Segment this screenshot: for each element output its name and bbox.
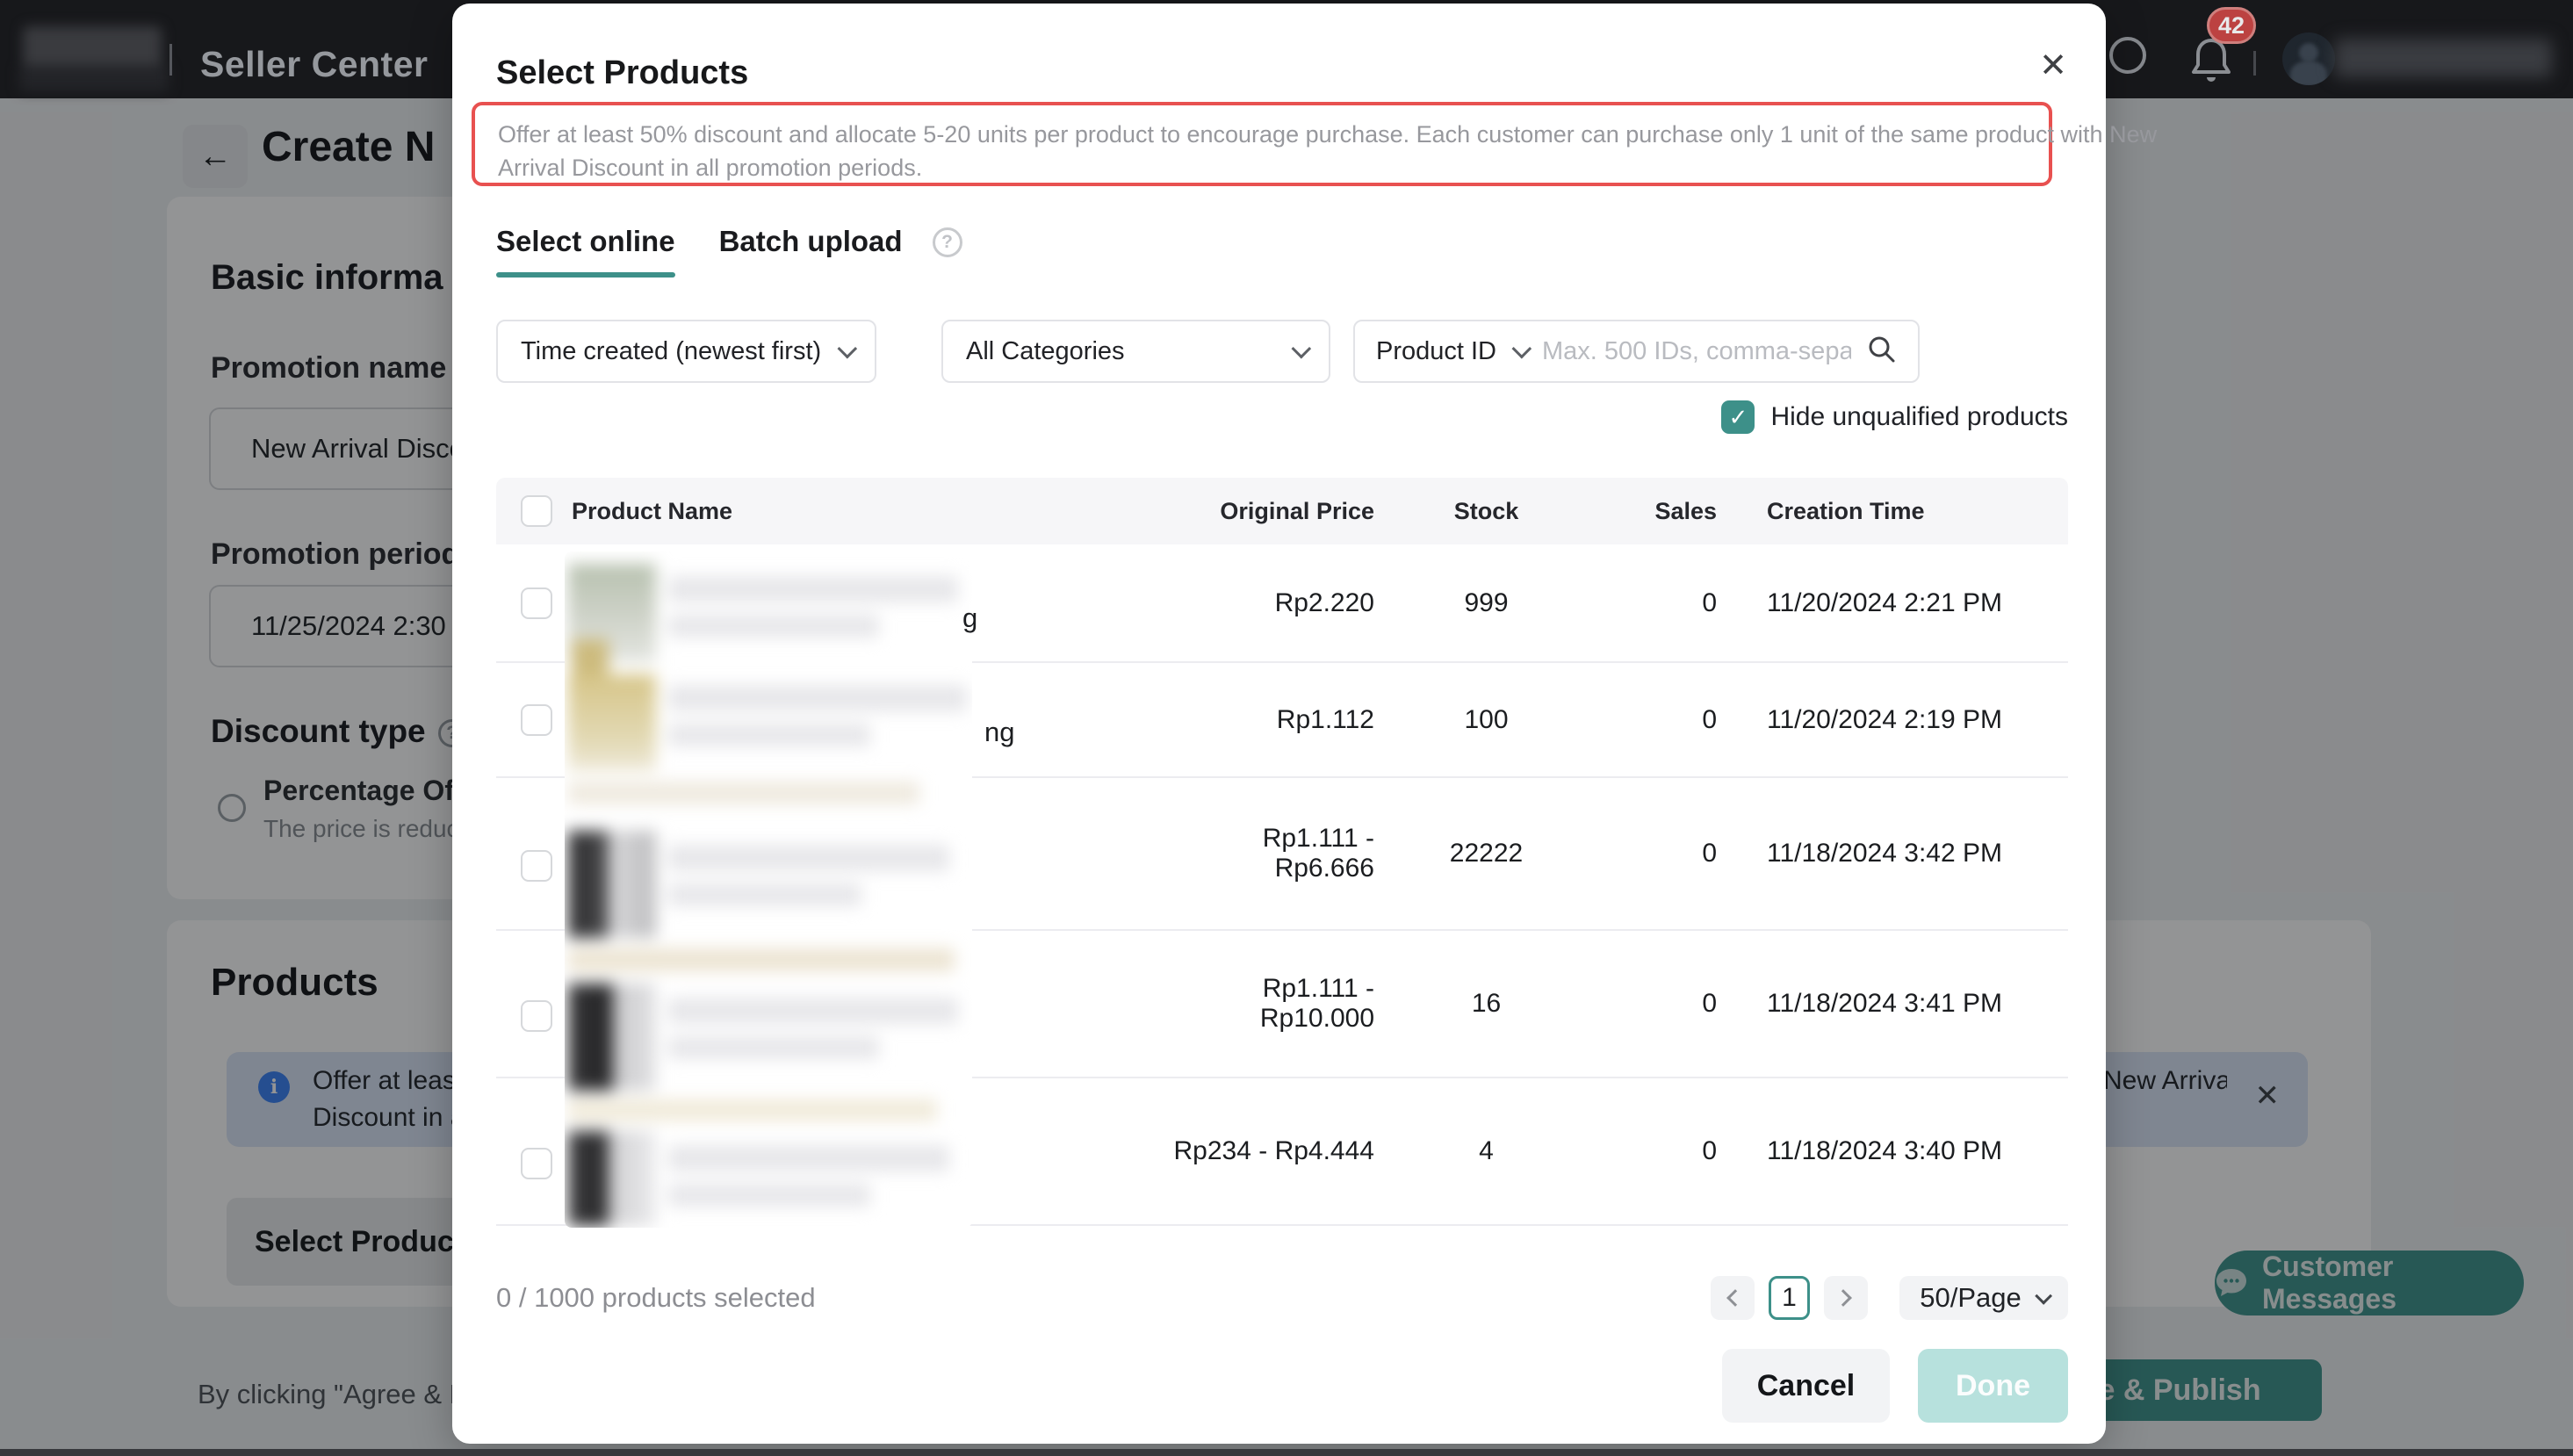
notification-badge: 42 [2207,7,2256,44]
headset-icon[interactable] [2109,37,2146,74]
stock-cell: 22222 [1374,839,1598,869]
col-sales: Sales [1598,498,1717,525]
done-button[interactable]: Done [1918,1349,2068,1423]
col-original-price: Original Price [1159,498,1374,525]
product-id-search[interactable]: Product ID Max. 500 IDs, comma-sepa [1353,320,1920,383]
tab-select-online[interactable]: Select online [496,225,675,278]
close-icon[interactable]: ✕ [2039,49,2067,83]
sales-cell: 0 [1598,989,1717,1019]
search-icon[interactable] [1867,335,1897,369]
discount-notice-box: Offer at least 50% discount and allocate… [472,102,2052,186]
time-cell: 11/20/2024 2:21 PM [1717,588,2068,618]
chevron-down-icon [1512,339,1532,359]
product-thumbnail [568,564,656,662]
screen: ← Create N Basic informa Promotion name … [0,0,2573,1456]
time-cell: 11/18/2024 3:41 PM [1717,989,2068,1019]
stock-cell: 16 [1374,989,1598,1019]
sales-cell: 0 [1598,705,1717,735]
product-name-fragment: g [962,602,977,634]
category-dropdown[interactable]: All Categories [941,320,1330,383]
redacted-product-names [565,551,972,1228]
chevron-left-icon [1726,1289,1744,1307]
col-creation-time: Creation Time [1717,498,2068,525]
col-stock: Stock [1374,498,1598,525]
row-checkbox[interactable] [521,850,552,882]
table-header: Product Name Original Price Stock Sales … [496,478,2068,544]
avatar[interactable] [2282,32,2335,85]
time-cell: 11/18/2024 3:40 PM [1717,1136,2068,1166]
chevron-down-icon [2035,1287,2052,1305]
stock-cell: 999 [1374,588,1598,618]
products-table: Product Name Original Price Stock Sales … [496,478,2068,1226]
question-icon[interactable]: ? [933,227,962,257]
chevron-down-icon [838,339,858,359]
product-thumbnail [568,984,656,1091]
product-thumbnail [568,1131,656,1226]
row-checkbox[interactable] [521,1000,552,1032]
divider [169,44,172,76]
next-page-button[interactable] [1824,1276,1868,1320]
price-cell: Rp234 - Rp4.444 [1159,1136,1374,1166]
account-name [2334,39,2552,77]
sales-cell: 0 [1598,588,1717,618]
prev-page-button[interactable] [1711,1276,1755,1320]
row-checkbox[interactable] [521,587,552,619]
product-thumbnail [568,674,656,771]
time-cell: 11/20/2024 2:19 PM [1717,705,2068,735]
modal-actions: Cancel Done [1722,1349,2068,1423]
product-thumbnail [568,831,656,938]
pagination: 1 50/Page [1711,1276,2068,1320]
stock-cell: 100 [1374,705,1598,735]
price-cell: Rp1.111 - Rp10.000 [1159,974,1374,1034]
brand-title: Seller Center [200,44,428,85]
stock-cell: 4 [1374,1136,1598,1166]
price-cell: Rp2.220 [1159,588,1374,618]
store-logo [19,25,169,93]
selected-count-text: 0 / 1000 products selected [496,1282,816,1314]
price-cell: Rp1.112 [1159,705,1374,735]
select-products-modal: Select Products ✕ Offer at least 50% dis… [452,4,2106,1444]
time-cell: 11/18/2024 3:42 PM [1717,839,2068,869]
tab-batch-upload[interactable]: Batch upload [719,225,903,278]
sales-cell: 0 [1598,1136,1717,1166]
modal-footer: 0 / 1000 products selected 1 50/Page [496,1275,2068,1321]
hide-unqualified-label: Hide unqualified products [1770,402,2068,432]
screen-bottom-edge [0,1449,2573,1456]
divider [2253,51,2256,76]
id-type-dropdown[interactable]: Product ID [1376,337,1496,366]
select-all-checkbox[interactable] [521,495,552,527]
sort-dropdown[interactable]: Time created (newest first) [496,320,876,383]
hide-unqualified-row: ✓ Hide unqualified products [496,400,2068,434]
row-checkbox[interactable] [521,704,552,736]
search-input[interactable]: Max. 500 IDs, comma-sepa [1542,337,1851,366]
cancel-button[interactable]: Cancel [1722,1349,1890,1423]
page-number[interactable]: 1 [1769,1276,1810,1320]
row-checkbox[interactable] [521,1148,552,1179]
modal-title: Select Products [496,54,748,92]
product-name-fragment: ng [984,717,1014,748]
page-size-dropdown[interactable]: 50/Page [1899,1276,2068,1320]
notice-line-2: Arrival Discount in all promotion period… [498,151,2026,184]
modal-tabs: Select online Batch upload ? [496,225,962,278]
notice-line-1: Offer at least 50% discount and allocate… [498,118,2026,151]
hide-unqualified-checkbox[interactable]: ✓ [1721,400,1755,434]
chevron-down-icon [1292,339,1312,359]
price-cell: Rp1.111 - Rp6.666 [1159,824,1374,883]
sales-cell: 0 [1598,839,1717,869]
check-icon: ✓ [1729,404,1748,431]
filter-bar: Time created (newest first) All Categori… [496,320,2068,383]
chevron-right-icon [1834,1289,1852,1307]
col-product-name: Product Name [566,498,1159,525]
